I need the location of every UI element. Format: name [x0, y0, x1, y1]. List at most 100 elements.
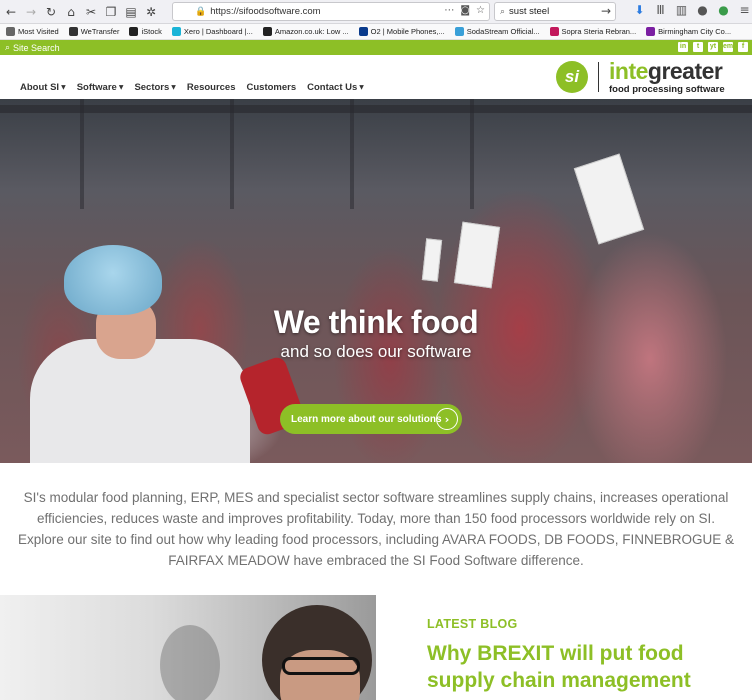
bookmark-label: SodaStream Official... — [466, 27, 540, 36]
back-icon[interactable]: ← — [2, 3, 20, 21]
heart-icon — [646, 27, 656, 36]
nav-item[interactable]: Customers — [247, 82, 297, 93]
bookmark-item[interactable]: Sopra Steria Rebran... — [549, 27, 637, 36]
forward-icon[interactable]: → — [22, 3, 40, 21]
logo-name: integreater — [609, 60, 725, 83]
url-text[interactable]: https://sifoodsoftware.com — [210, 6, 320, 17]
hero-photo-tag — [421, 238, 443, 282]
linkedin-icon[interactable]: in — [678, 42, 688, 52]
cut-icon[interactable]: ✂ — [82, 3, 100, 21]
hero-photo-tag — [573, 153, 645, 245]
sodastream-icon — [454, 27, 464, 36]
chevron-right-icon: › — [436, 408, 458, 430]
bookmark-label: Sopra Steria Rebran... — [561, 27, 637, 36]
bookmark-item[interactable]: Birmingham City Co... — [646, 27, 731, 36]
logo-name-green: inte — [609, 58, 648, 84]
search-bar[interactable]: ⌕ sust steel → — [494, 2, 616, 21]
hero-photo-beam — [80, 99, 84, 209]
nav-item[interactable]: Contact Us ▼ — [307, 82, 364, 93]
solutions-cta-button[interactable]: Learn more about our solutions › — [280, 404, 462, 434]
nav-item-label: Customers — [246, 82, 297, 93]
hero-photo-rail — [0, 105, 752, 113]
email-icon[interactable]: em — [723, 42, 733, 52]
hero-photo-beam — [470, 99, 474, 209]
nav-menu: About SI ▼ Software ▼ Sectors ▼ Resources Custo… — [20, 82, 364, 93]
nav-item-label: About SI — [20, 82, 60, 93]
istock-icon — [129, 27, 139, 36]
social-links: in t yt em f — [678, 42, 748, 52]
cta-label: Learn more about our solutions — [291, 413, 442, 425]
chevron-down-icon: ▼ — [61, 84, 66, 91]
download-icon[interactable]: ⬇ — [632, 3, 647, 17]
hero-photo-beam — [350, 99, 354, 209]
more-icon[interactable]: ⋯ — [444, 5, 454, 16]
bookmark-item[interactable]: Amazon.co.uk: Low ... — [262, 27, 349, 36]
blog-photo-glasses — [282, 657, 360, 675]
blog-title-link[interactable]: Why BREXIT will put food supply chain ma… — [427, 640, 747, 694]
sopra-icon — [549, 27, 559, 36]
menu-icon[interactable]: ≡ — [737, 3, 752, 17]
site-search-icon[interactable]: ⌕ — [5, 43, 10, 53]
url-bar[interactable]: 🔒 https://sifoodsoftware.com ⋯ ◙ ☆ — [172, 2, 490, 21]
bookmark-item[interactable]: WeTransfer — [68, 27, 120, 36]
wetransfer-icon — [68, 27, 78, 36]
bookmark-item[interactable]: Xero | Dashboard |... — [171, 27, 253, 36]
bookmark-item[interactable]: O2 | Mobile Phones,... — [358, 27, 445, 36]
settings-icon[interactable]: ✲ — [142, 3, 160, 21]
blog-photo[interactable] — [0, 595, 376, 700]
library-icon[interactable]: Ⅲ — [653, 3, 668, 17]
search-input[interactable]: sust steel — [509, 6, 549, 17]
facebook-icon[interactable]: f — [738, 42, 748, 52]
bookmark-label: O2 | Mobile Phones,... — [370, 27, 445, 36]
bookmark-item[interactable]: Most Visited — [6, 27, 59, 36]
site-search-label[interactable]: Site Search — [13, 43, 60, 53]
bookmark-item[interactable]: iStock — [129, 27, 162, 36]
search-icon: ⌕ — [500, 6, 506, 17]
nav-item-label: Contact Us — [307, 82, 358, 93]
logo-mark: si — [556, 61, 588, 94]
chevron-down-icon: ▼ — [118, 84, 124, 91]
bookmark-label: Most Visited — [18, 27, 59, 36]
blog-photo-background-person — [160, 625, 220, 700]
twitter-icon[interactable]: t — [693, 42, 703, 52]
bookmark-item[interactable]: SodaStream Official... — [454, 27, 540, 36]
logo-divider — [598, 62, 599, 93]
youtube-icon[interactable]: yt — [708, 42, 718, 52]
nav-item-label: Software — [76, 82, 117, 93]
hero-banner: We think food and so does our software L… — [0, 99, 752, 463]
bookmark-label: Xero | Dashboard |... — [183, 27, 253, 36]
bookmark-label: WeTransfer — [80, 27, 120, 36]
nav-item[interactable]: About SI ▼ — [20, 82, 66, 93]
nav-item[interactable]: Resources — [187, 82, 236, 93]
bookmark-label: Amazon.co.uk: Low ... — [274, 27, 349, 36]
chevron-down-icon: ▼ — [171, 84, 176, 91]
reload-icon[interactable]: ↻ — [42, 3, 60, 21]
bookmark-label: Birmingham City Co... — [658, 27, 732, 36]
hero-photo-beam — [230, 99, 234, 209]
hero-photo-tag — [453, 221, 501, 289]
nav-item[interactable]: Sectors ▼ — [134, 82, 175, 93]
search-go-icon[interactable]: → — [601, 4, 611, 18]
account-icon[interactable]: ● — [695, 3, 710, 17]
extension-icon[interactable]: ● — [716, 3, 731, 17]
intro-text: SI's modular food planning, ERP, MES and… — [17, 490, 735, 568]
o2-icon — [358, 27, 368, 36]
bookmark-star-icon[interactable]: ☆ — [476, 5, 485, 16]
copy-icon[interactable]: ❐ — [102, 3, 120, 21]
sidebar-icon[interactable]: ▥ — [674, 3, 689, 17]
bookmarks-bar: Most Visited WeTransfer iStock Xero | Dashb… — [0, 24, 752, 40]
hero-subtitle: and so does our software — [280, 342, 472, 361]
nav-item-label: Sectors — [134, 82, 170, 93]
gear-icon — [6, 27, 15, 36]
xero-icon — [171, 27, 181, 36]
logo[interactable]: si integreater food processing software — [556, 60, 725, 95]
utility-bar: ⌕ Site Search in t yt em f — [0, 40, 752, 55]
pocket-icon[interactable]: ◙ — [460, 5, 470, 16]
browser-toolbar: ← → ↻ ⌂ ✂ ❐ ▤ ✲ 🔒 https://sifoodsoftware… — [0, 0, 752, 24]
nav-item[interactable]: Software ▼ — [77, 82, 124, 93]
paste-icon[interactable]: ▤ — [122, 3, 140, 21]
home-icon[interactable]: ⌂ — [62, 3, 80, 21]
lock-icon: 🔒 — [195, 6, 207, 17]
bookmark-label: iStock — [141, 27, 162, 36]
hero-title: We think food — [273, 304, 479, 340]
